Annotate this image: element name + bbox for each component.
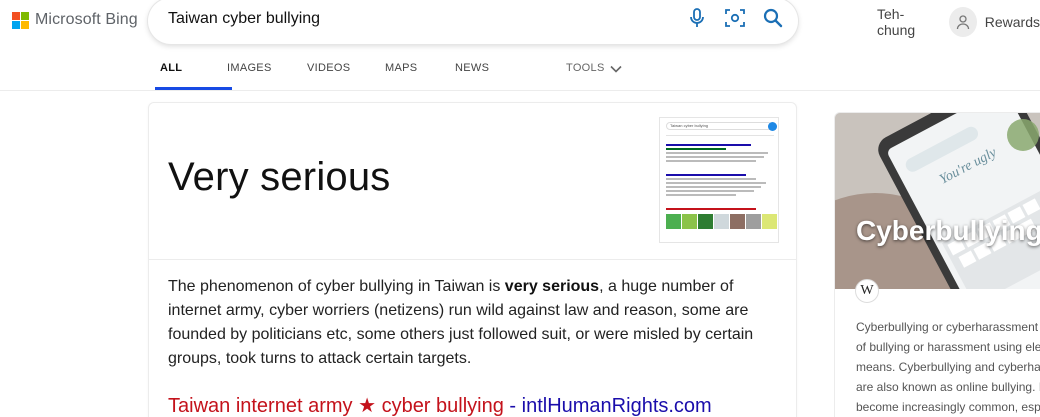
tools-dropdown[interactable]: TOOLS bbox=[566, 54, 622, 90]
answer-text-start: The phenomenon of cyber bullying in Taiw… bbox=[168, 278, 505, 295]
tab-news-label: NEWS bbox=[455, 62, 490, 74]
knowledge-panel-image[interactable]: You're ugly Cyberbullying bbox=[835, 113, 1040, 289]
bing-logo[interactable]: Microsoft Bing bbox=[12, 11, 138, 29]
card-divider bbox=[149, 259, 796, 260]
answer-card: Very serious Taiwan cyber bullying The p… bbox=[148, 102, 797, 417]
tab-images-label: IMAGES bbox=[227, 62, 272, 74]
microphone-icon[interactable] bbox=[686, 7, 708, 29]
description-line: means. Cyberbullying and cyberharassment bbox=[856, 360, 1040, 374]
search-tabs: ALL IMAGES VIDEOS MAPS NEWS TOOLS bbox=[155, 54, 622, 90]
tools-label: TOOLS bbox=[566, 62, 605, 74]
wikipedia-icon[interactable]: W bbox=[855, 279, 879, 303]
result-link[interactable]: Taiwan internet army ★ cyber bullying - … bbox=[168, 393, 712, 417]
result-link-separator: - bbox=[503, 395, 522, 417]
tab-videos-label: VIDEOS bbox=[307, 62, 351, 74]
brand-name: Microsoft Bing bbox=[35, 11, 138, 28]
description-line: become increasingly common, especially bbox=[856, 400, 1040, 414]
search-input[interactable] bbox=[168, 10, 668, 28]
tab-videos[interactable]: VIDEOS bbox=[307, 54, 385, 90]
result-link-site: intlHumanRights.com bbox=[521, 395, 712, 417]
tab-all[interactable]: ALL bbox=[155, 54, 232, 90]
header-divider bbox=[0, 90, 1040, 91]
answer-headline: Very serious bbox=[168, 155, 391, 199]
microsoft-logo-icon bbox=[12, 11, 29, 29]
thumbnail-search-icon bbox=[768, 122, 777, 131]
knowledge-panel-description: Cyberbullying or cyberharassment is a fo… bbox=[856, 317, 1040, 417]
result-link-title: Taiwan internet army ★ cyber bullying bbox=[168, 395, 504, 417]
answer-thumbnail[interactable]: Taiwan cyber bullying bbox=[659, 117, 779, 243]
user-name[interactable]: Teh-chung bbox=[877, 6, 939, 38]
search-actions bbox=[686, 7, 784, 29]
phone-illustration: You're ugly bbox=[835, 113, 1040, 289]
tab-maps-label: MAPS bbox=[385, 62, 418, 74]
tab-news[interactable]: NEWS bbox=[455, 54, 566, 90]
chevron-down-icon bbox=[610, 65, 622, 73]
description-line: of bullying or harassment using electron… bbox=[856, 340, 1040, 354]
tab-all-label: ALL bbox=[160, 62, 183, 74]
user-area: Teh-chung Rewards bbox=[877, 6, 1040, 38]
search-icon[interactable] bbox=[762, 7, 784, 29]
tab-images[interactable]: IMAGES bbox=[227, 54, 307, 90]
search-box bbox=[148, 0, 798, 44]
visual-search-icon[interactable] bbox=[724, 7, 746, 29]
knowledge-panel: You're ugly Cyberbullying W Cyberbullyin… bbox=[834, 112, 1040, 417]
knowledge-panel-title[interactable]: Cyberbullying bbox=[856, 215, 1040, 247]
description-line: are also known as online bullying. It ha… bbox=[856, 380, 1040, 394]
answer-text-bold: very serious bbox=[504, 278, 600, 295]
rewards-link[interactable]: Rewards bbox=[985, 14, 1040, 30]
description-line: Cyberbullying or cyberharassment is a fo… bbox=[856, 320, 1040, 334]
answer-text: The phenomenon of cyber bullying in Taiw… bbox=[168, 275, 768, 371]
avatar-icon[interactable] bbox=[948, 7, 977, 37]
thumbnail-search-text: Taiwan cyber bullying bbox=[666, 122, 772, 130]
tab-maps[interactable]: MAPS bbox=[385, 54, 455, 90]
